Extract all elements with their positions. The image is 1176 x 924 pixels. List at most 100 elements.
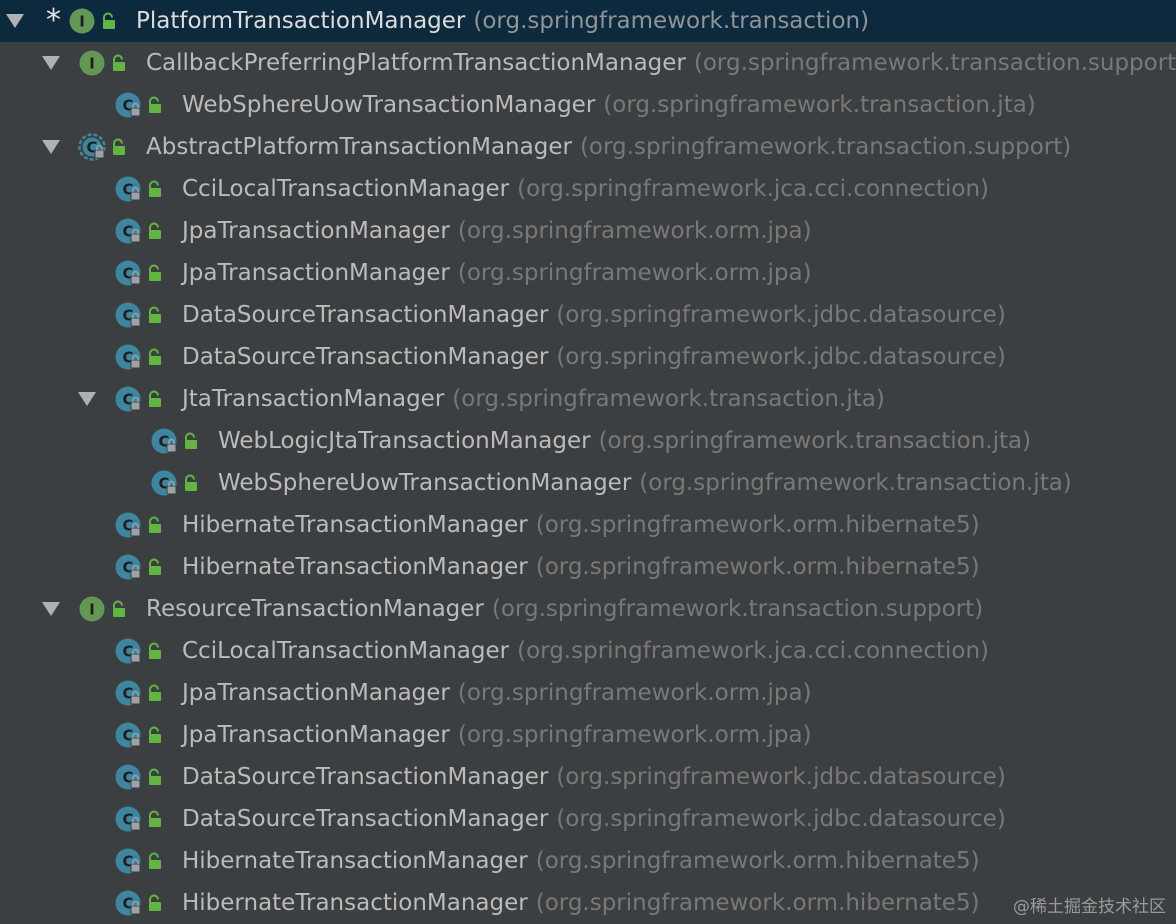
type-name: JpaTransactionManager (org.springframewor… — [182, 210, 812, 252]
class-icon: C — [114, 847, 142, 875]
tree-row[interactable]: C JpaTransactionManager (org.springframewo… — [0, 672, 1176, 714]
expand-arrow-icon[interactable] — [78, 392, 96, 406]
type-name: JpaTransactionManager (org.springframewor… — [182, 714, 812, 756]
class-name: HibernateTransactionManager — [182, 890, 528, 916]
class-name: HibernateTransactionManager — [182, 848, 528, 874]
tree-row[interactable]: C CciLocalTransactionManager (org.springfr… — [0, 168, 1176, 210]
class-name: DataSourceTransactionManager — [182, 806, 549, 832]
public-access-icon — [146, 726, 164, 744]
public-access-icon — [146, 894, 164, 912]
tree-row[interactable]: C AbstractPlatformTransactionManager (org.… — [0, 126, 1176, 168]
tree-row[interactable]: C CciLocalTransactionManager (org.springfr… — [0, 630, 1176, 672]
package-name: (org.springframework.orm.jpa) — [457, 722, 812, 748]
tree-row[interactable]: C DataSourceTransactionManager (org.spring… — [0, 294, 1176, 336]
package-name: (org.springframework.orm.hibernate5) — [535, 848, 980, 874]
class-icon: C — [114, 805, 142, 833]
type-name: HibernateTransactionManager (org.springfr… — [182, 504, 980, 546]
tree-row[interactable]: * I PlatformTransactionManager (org.springf… — [0, 0, 1176, 42]
public-access-icon — [146, 810, 164, 828]
tree-row[interactable]: C WebSphereUowTransactionManager (org.spri… — [0, 462, 1176, 504]
class-name: DataSourceTransactionManager — [182, 302, 549, 328]
type-name: CciLocalTransactionManager (org.springfra… — [182, 168, 989, 210]
class-name: WebSphereUowTransactionManager — [218, 470, 632, 496]
tree-row[interactable]: I ResourceTransactionManager (org.springfr… — [0, 588, 1176, 630]
type-name: CallbackPreferringPlatformTransactionMan… — [146, 42, 1176, 84]
type-name: CciLocalTransactionManager (org.springfra… — [182, 630, 989, 672]
tree-row[interactable]: C HibernateTransactionManager (org.springf… — [0, 882, 1176, 924]
type-name: HibernateTransactionManager (org.springfr… — [182, 882, 980, 924]
public-access-icon — [146, 642, 164, 660]
tree-row[interactable]: C JpaTransactionManager (org.springframewo… — [0, 210, 1176, 252]
expand-arrow-icon[interactable] — [6, 14, 24, 28]
class-name: DataSourceTransactionManager — [182, 344, 549, 370]
class-icon: C — [114, 301, 142, 329]
class-name: JpaTransactionManager — [182, 722, 450, 748]
class-icon: C — [114, 553, 142, 581]
tree-row[interactable]: C JpaTransactionManager (org.springframewo… — [0, 252, 1176, 294]
class-icon: C — [114, 217, 142, 245]
svg-text:I: I — [79, 13, 85, 31]
package-name: (org.springframework.orm.hibernate5) — [535, 890, 980, 916]
type-name: HibernateTransactionManager (org.springfr… — [182, 840, 980, 882]
public-access-icon — [146, 516, 164, 534]
type-name: AbstractPlatformTransactionManager (org.s… — [146, 126, 1071, 168]
tree-row[interactable]: C DataSourceTransactionManager (org.spring… — [0, 756, 1176, 798]
expand-arrow-icon[interactable] — [42, 602, 60, 616]
public-access-icon — [100, 12, 118, 30]
class-name: HibernateTransactionManager — [182, 554, 528, 580]
tree-row[interactable]: C DataSourceTransactionManager (org.spring… — [0, 798, 1176, 840]
abstract-class-icon: C — [78, 133, 106, 161]
interface-icon: I — [78, 49, 106, 77]
tree-row[interactable]: C HibernateTransactionManager (org.springf… — [0, 546, 1176, 588]
class-name: JpaTransactionManager — [182, 680, 450, 706]
public-access-icon — [110, 138, 128, 156]
svg-text:I: I — [89, 601, 95, 619]
public-access-icon — [146, 768, 164, 786]
package-name: (org.springframework.orm.jpa) — [457, 218, 812, 244]
package-name: (org.springframework.orm.hibernate5) — [535, 512, 980, 538]
class-name: HibernateTransactionManager — [182, 512, 528, 538]
interface-icon: I — [68, 7, 96, 35]
type-name: HibernateTransactionManager (org.springfr… — [182, 546, 980, 588]
tree-row[interactable]: I CallbackPreferringPlatformTransactionMa… — [0, 42, 1176, 84]
public-access-icon — [110, 54, 128, 72]
package-name: (org.springframework.jca.cci.connection) — [517, 638, 990, 664]
class-icon: C — [150, 427, 178, 455]
expand-arrow-icon[interactable] — [42, 56, 60, 70]
tree-row[interactable]: C WebLogicJtaTransactionManager (org.sprin… — [0, 420, 1176, 462]
type-name: JpaTransactionManager (org.springframewor… — [182, 672, 812, 714]
class-icon: C — [114, 679, 142, 707]
package-name: (org.springframework.jdbc.datasource) — [556, 764, 1006, 790]
class-icon: C — [114, 763, 142, 791]
public-access-icon — [146, 348, 164, 366]
type-name: DataSourceTransactionManager (org.springf… — [182, 798, 1006, 840]
public-access-icon — [146, 306, 164, 324]
public-access-icon — [146, 96, 164, 114]
class-name: WebSphereUowTransactionManager — [182, 92, 596, 118]
public-access-icon — [182, 474, 200, 492]
public-access-icon — [146, 222, 164, 240]
class-name: WebLogicJtaTransactionManager — [218, 428, 591, 454]
tree-row[interactable]: C DataSourceTransactionManager (org.spring… — [0, 336, 1176, 378]
type-name: DataSourceTransactionManager (org.springf… — [182, 336, 1006, 378]
class-name: CciLocalTransactionManager — [182, 176, 510, 202]
package-name: (org.springframework.transaction.jta) — [639, 470, 1072, 496]
tree-row[interactable]: C JtaTransactionManager (org.springframewo… — [0, 378, 1176, 420]
class-icon: C — [114, 343, 142, 371]
class-icon: C — [150, 469, 178, 497]
expand-arrow-icon[interactable] — [42, 140, 60, 154]
tree-row[interactable]: C WebSphereUowTransactionManager (org.spri… — [0, 84, 1176, 126]
type-name: WebLogicJtaTransactionManager (org.spring… — [218, 420, 1031, 462]
type-name: DataSourceTransactionManager (org.springf… — [182, 756, 1006, 798]
tree-row[interactable]: C JpaTransactionManager (org.springframewo… — [0, 714, 1176, 756]
watermark: @稀土掘金技术社区 — [1013, 897, 1166, 917]
package-name: (org.springframework.transaction.jta) — [598, 428, 1032, 454]
type-name: WebSphereUowTransactionManager (org.sprin… — [182, 84, 1036, 126]
class-icon: C — [114, 721, 142, 749]
class-icon: C — [114, 889, 142, 917]
class-name: ResourceTransactionManager — [146, 596, 484, 622]
package-name: (org.springframework.transaction.support… — [579, 134, 1072, 160]
tree-row[interactable]: C HibernateTransactionManager (org.springf… — [0, 840, 1176, 882]
class-name: JpaTransactionManager — [182, 260, 450, 286]
tree-row[interactable]: C HibernateTransactionManager (org.springf… — [0, 504, 1176, 546]
